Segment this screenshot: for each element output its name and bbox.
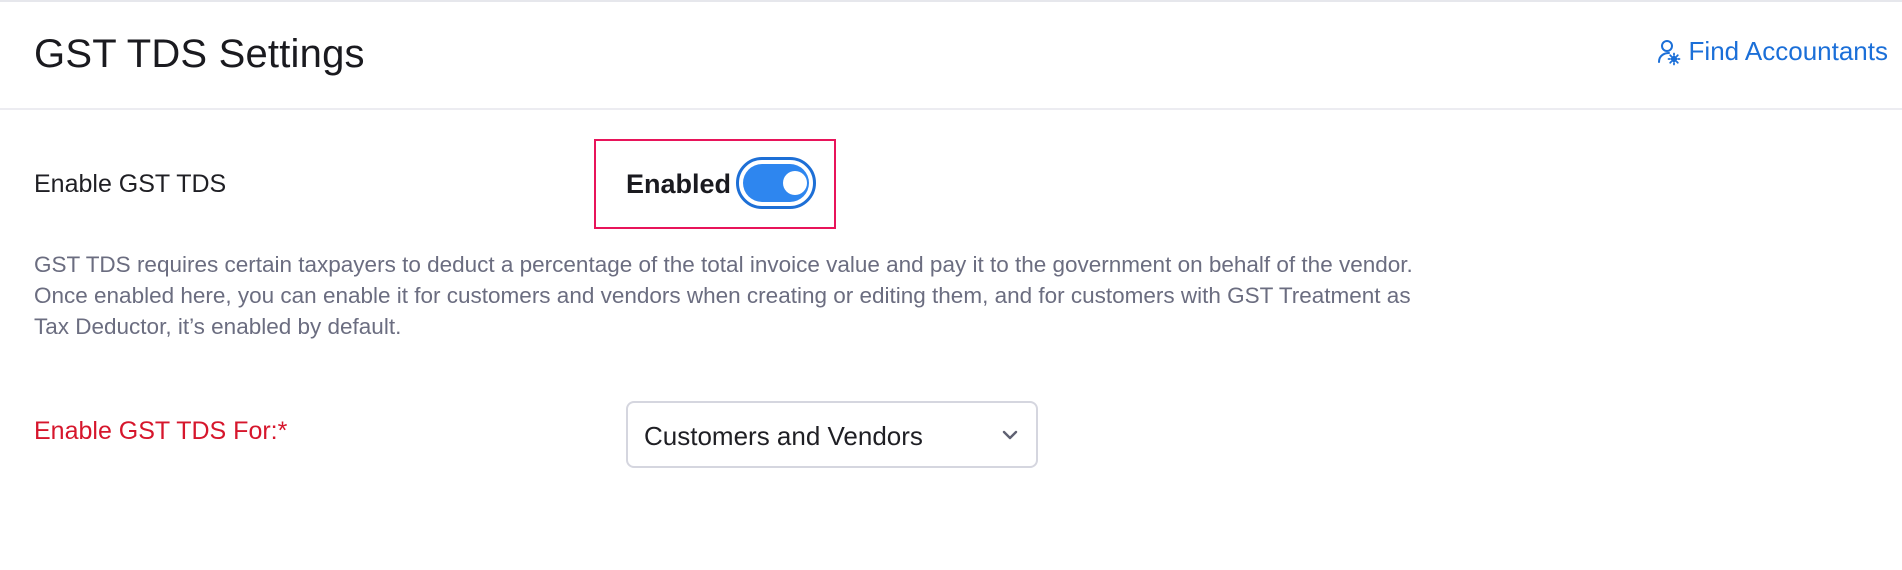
enable-for-select[interactable]: Customers and Vendors bbox=[626, 401, 1038, 468]
enable-gst-tds-toggle[interactable] bbox=[736, 157, 816, 209]
enable-gst-tds-label: Enable GST TDS bbox=[34, 170, 227, 198]
settings-page: GST TDS Settings Find Accountants Enable… bbox=[0, 0, 1902, 570]
chevron-down-icon bbox=[1000, 425, 1020, 445]
toggle-track bbox=[743, 164, 809, 202]
enable-gst-tds-for-label: Enable GST TDS For:* bbox=[34, 417, 288, 445]
select-value: Customers and Vendors bbox=[644, 421, 923, 451]
page-header: GST TDS Settings Find Accountants bbox=[0, 2, 1902, 110]
gst-tds-description: GST TDS requires certain taxpayers to de… bbox=[34, 252, 1413, 339]
find-accountants-label: Find Accountants bbox=[1688, 36, 1888, 66]
page-title: GST TDS Settings bbox=[34, 32, 365, 76]
user-search-icon bbox=[1657, 38, 1681, 66]
toggle-knob bbox=[783, 171, 807, 195]
toggle-status-text: Enabled bbox=[626, 169, 732, 199]
find-accountants-link[interactable]: Find Accountants bbox=[1657, 36, 1888, 67]
enable-toggle-highlight: Enabled bbox=[594, 139, 836, 229]
